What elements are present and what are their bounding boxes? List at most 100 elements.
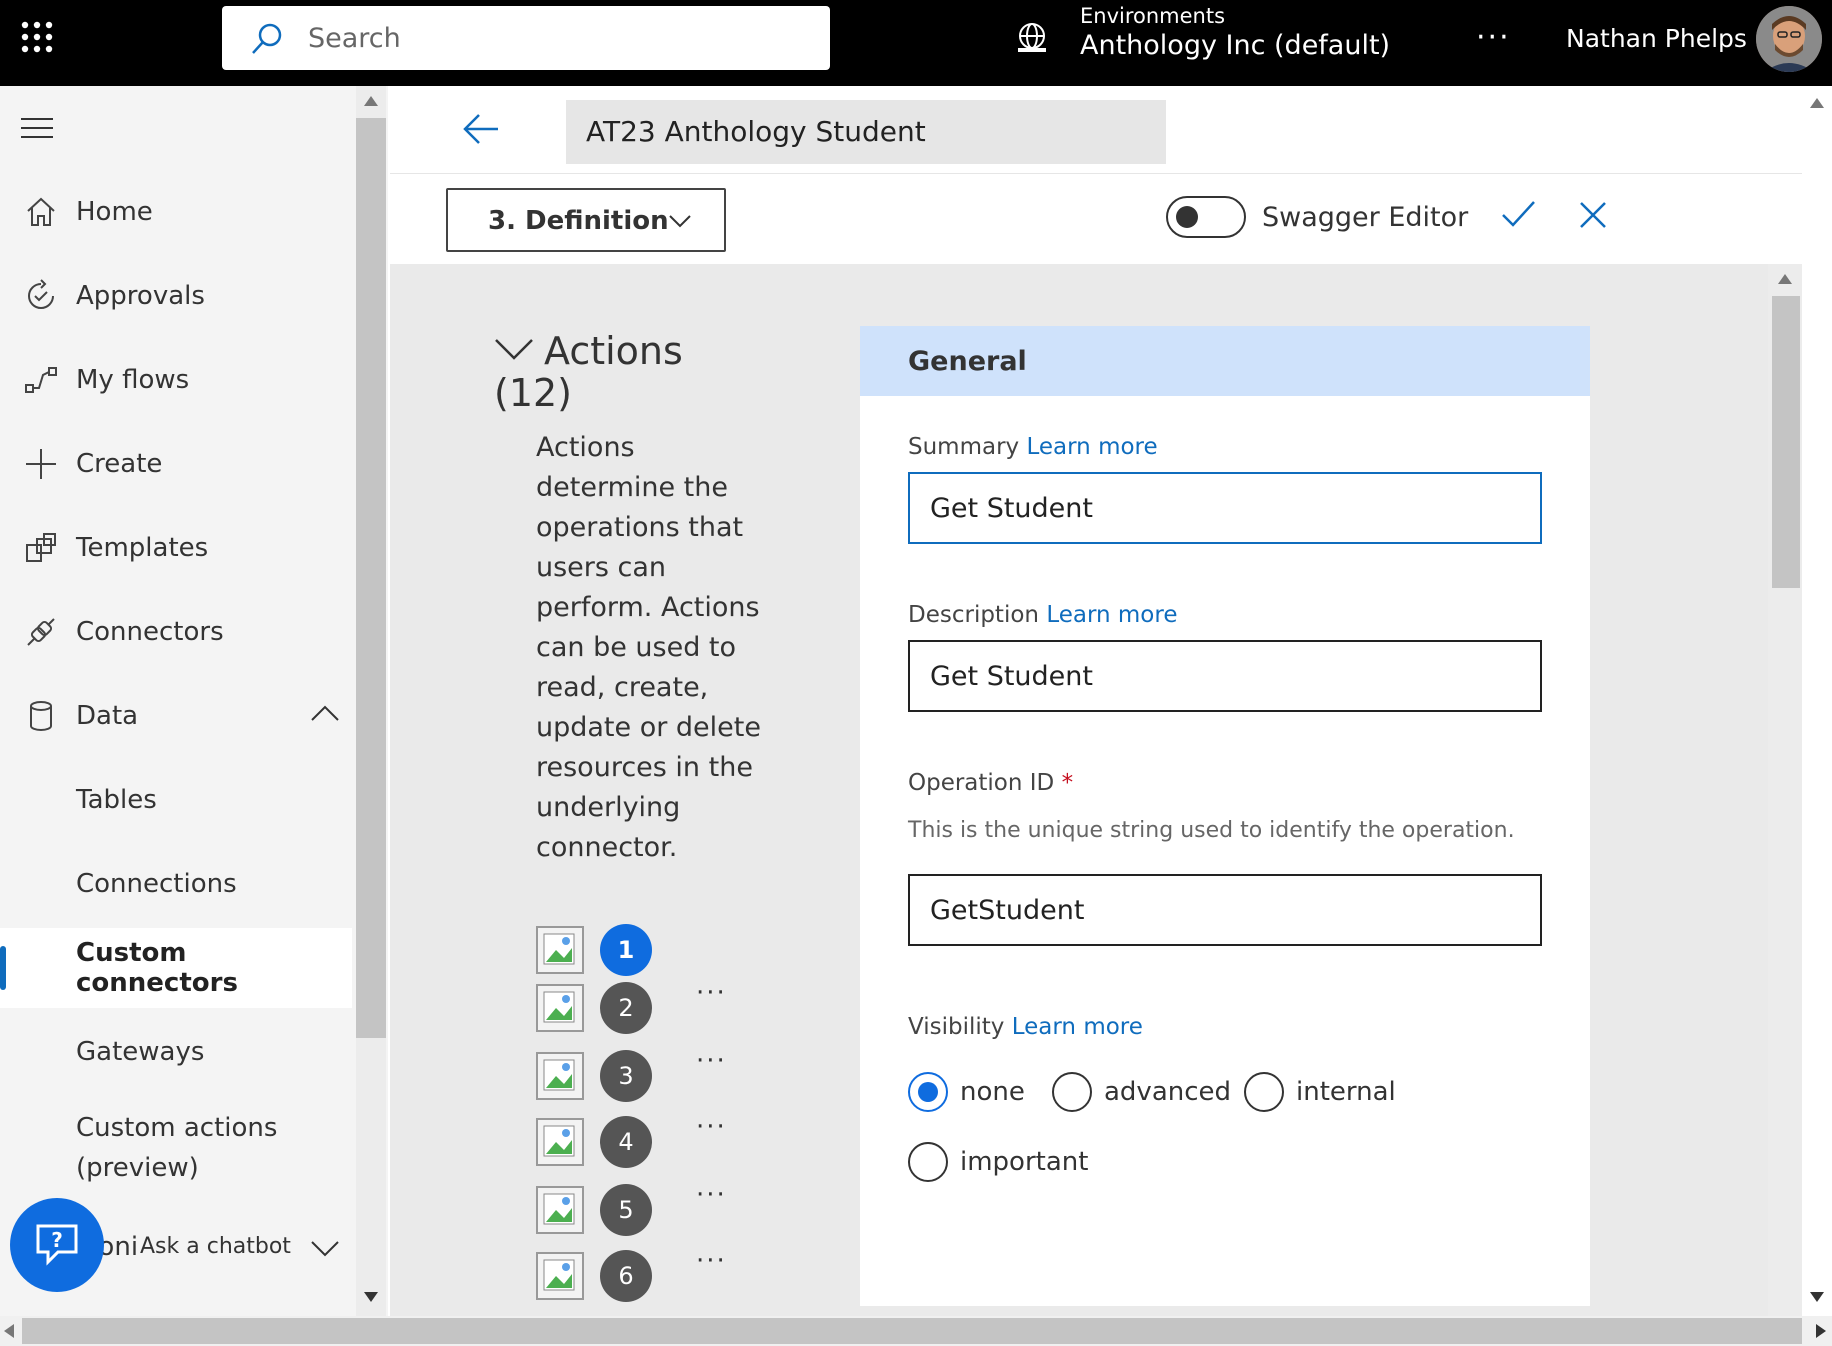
scroll-up-arrow-icon[interactable] — [364, 96, 378, 106]
nav-label: Tables — [76, 785, 157, 815]
action-item[interactable]: 2 ··· — [536, 978, 756, 1034]
action-number[interactable]: 5 — [600, 1184, 652, 1236]
action-more-icon[interactable]: ··· — [696, 1112, 727, 1142]
broken-image-icon — [536, 1118, 584, 1166]
step-dropdown[interactable]: 3. Definition — [446, 188, 726, 252]
action-number[interactable]: 4 — [600, 1116, 652, 1168]
environments-label: Environments — [1080, 4, 1226, 28]
action-item[interactable]: 1 — [536, 924, 756, 976]
description-label-text: Description — [908, 602, 1039, 628]
left-navigation: Home Approvals My flows Create Templates… — [0, 86, 388, 1316]
summary-learn-more-link[interactable]: Learn more — [1026, 434, 1157, 460]
description-learn-more-link[interactable]: Learn more — [1046, 602, 1177, 628]
radio-circle[interactable] — [1244, 1072, 1284, 1112]
actions-heading: Actions (12) — [494, 329, 683, 415]
scrollbar-thumb[interactable] — [356, 118, 386, 1038]
toolbar: 3. Definition Swagger Editor — [390, 174, 1802, 264]
operation-id-label-text: Operation ID — [908, 770, 1055, 796]
action-item[interactable]: 4 ··· — [536, 1112, 756, 1168]
scroll-down-arrow-icon[interactable] — [1810, 1292, 1824, 1302]
swagger-editor-toggle[interactable] — [1166, 196, 1246, 238]
nav-label: Connections — [76, 869, 237, 899]
operation-id-input[interactable] — [908, 874, 1542, 946]
nav-item-tables[interactable]: Tables — [0, 760, 352, 840]
broken-image-icon — [536, 926, 584, 974]
search-box[interactable] — [222, 6, 830, 70]
general-header: General — [860, 326, 1590, 396]
chevron-down-icon — [669, 215, 691, 228]
app-launcher-icon[interactable] — [20, 20, 54, 54]
radio-circle[interactable] — [1052, 1072, 1092, 1112]
visibility-learn-more-link[interactable]: Learn more — [1012, 1014, 1143, 1040]
back-arrow-icon[interactable] — [462, 112, 500, 146]
content-vertical-scrollbar[interactable] — [1768, 264, 1802, 1316]
environment-name[interactable]: Anthology Inc (default) — [1080, 30, 1390, 61]
scroll-down-arrow-icon[interactable] — [364, 1292, 378, 1302]
chatbot-button[interactable]: ? — [10, 1198, 104, 1292]
toggle-knob — [1176, 206, 1198, 228]
radio-circle[interactable] — [908, 1142, 948, 1182]
action-number[interactable]: 3 — [600, 1050, 652, 1102]
general-heading: General — [908, 346, 1027, 377]
description-input[interactable] — [908, 640, 1542, 712]
nav-item-connectors[interactable]: Connectors — [0, 592, 352, 672]
action-item[interactable]: 5 ··· — [536, 1180, 756, 1236]
visibility-radio-important[interactable]: important — [908, 1140, 1088, 1184]
operation-id-help: This is the unique string used to identi… — [908, 818, 1515, 843]
page-vertical-scrollbar[interactable] — [1802, 86, 1832, 1316]
scroll-up-arrow-icon[interactable] — [1810, 98, 1824, 108]
broken-image-icon — [536, 1252, 584, 1300]
broken-image-icon — [536, 984, 584, 1032]
scrollbar-thumb[interactable] — [1772, 296, 1800, 588]
chevron-up-icon[interactable] — [310, 704, 340, 722]
nav-label: Approvals — [76, 281, 205, 311]
scroll-up-arrow-icon[interactable] — [1778, 274, 1792, 284]
action-number[interactable]: 2 — [600, 982, 652, 1034]
scrollbar-thumb[interactable] — [22, 1318, 1802, 1344]
connector-title-field[interactable]: AT23 Anthology Student — [566, 100, 1166, 164]
action-more-icon[interactable]: ··· — [696, 1180, 727, 1210]
nav-item-custom-actions[interactable]: Custom actions (preview) — [0, 1096, 352, 1196]
nav-label: Data — [76, 701, 139, 731]
nav-item-home[interactable]: Home — [0, 172, 352, 252]
summary-input[interactable] — [908, 472, 1542, 544]
nav-item-gateways[interactable]: Gateways — [0, 1012, 352, 1092]
horizontal-scrollbar[interactable] — [0, 1316, 1832, 1346]
action-number[interactable]: 1 — [600, 924, 652, 976]
scroll-left-arrow-icon[interactable] — [4, 1324, 14, 1338]
search-input[interactable] — [308, 18, 808, 58]
action-more-icon[interactable]: ··· — [696, 1046, 727, 1076]
nav-item-connections[interactable]: Connections — [0, 844, 352, 924]
scroll-right-arrow-icon[interactable] — [1816, 1324, 1826, 1338]
visibility-radio-internal[interactable]: internal — [1244, 1070, 1396, 1114]
chevron-down-icon[interactable] — [310, 1240, 340, 1258]
nav-item-approvals[interactable]: Approvals — [0, 256, 352, 336]
top-bar: Environments Anthology Inc (default) ···… — [0, 0, 1832, 86]
flows-icon — [24, 363, 58, 397]
more-options-icon[interactable]: ··· — [1476, 20, 1511, 55]
action-item[interactable]: 6 ··· — [536, 1246, 756, 1302]
radio-circle[interactable] — [908, 1072, 948, 1112]
action-more-icon[interactable]: ··· — [696, 1246, 727, 1276]
nav-item-create[interactable]: Create — [0, 424, 352, 504]
nav-item-data[interactable]: Data — [0, 676, 352, 756]
action-item[interactable]: 3 ··· — [536, 1046, 756, 1102]
update-connector-check-icon[interactable] — [1500, 196, 1536, 232]
avatar[interactable] — [1756, 6, 1822, 72]
hamburger-menu-icon[interactable] — [20, 116, 54, 140]
templates-icon — [24, 531, 58, 565]
nav-label: Custom actions (preview) — [76, 1113, 278, 1183]
user-name[interactable]: Nathan Phelps — [1566, 24, 1747, 53]
action-more-icon[interactable]: ··· — [696, 978, 727, 1008]
left-nav-scrollbar[interactable] — [356, 86, 386, 1316]
nav-item-custom-connectors[interactable]: Custom connectors — [0, 928, 352, 1008]
chatbot-label[interactable]: Ask a chatbot — [140, 1234, 291, 1259]
close-icon[interactable] — [1578, 200, 1608, 230]
nav-item-my-flows[interactable]: My flows — [0, 340, 352, 420]
nav-item-templates[interactable]: Templates — [0, 508, 352, 588]
environment-globe-icon[interactable] — [1016, 22, 1048, 54]
visibility-radio-none[interactable]: none — [908, 1070, 1025, 1114]
visibility-radio-advanced[interactable]: advanced — [1052, 1070, 1231, 1114]
radio-label: none — [960, 1077, 1025, 1107]
action-number[interactable]: 6 — [600, 1250, 652, 1302]
